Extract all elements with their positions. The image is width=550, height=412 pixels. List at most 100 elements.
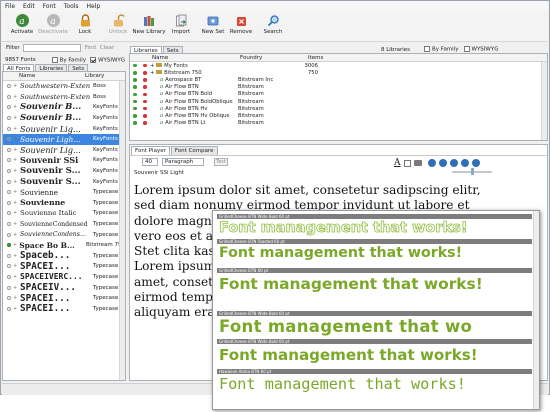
search-button[interactable]: Search xyxy=(258,14,288,35)
remove-button[interactable]: Remove xyxy=(226,14,256,35)
import-button[interactable]: Import xyxy=(166,14,196,35)
expand-icon[interactable]: + xyxy=(13,157,20,163)
last-icon[interactable] xyxy=(471,159,480,167)
activation-status-icon[interactable] xyxy=(7,105,11,110)
font-row[interactable]: + Souvenir Lig... KeyFonts xyxy=(3,123,125,134)
library-row[interactable]: a Air Flow BTN Bitstream xyxy=(130,84,547,91)
active-status-icon[interactable] xyxy=(133,92,137,97)
menu-tools[interactable]: Tools xyxy=(64,3,79,10)
expand-icon[interactable]: + xyxy=(13,168,20,174)
expand-icon[interactable]: + xyxy=(13,136,20,142)
expand-icon[interactable]: + xyxy=(13,253,20,259)
font-row[interactable]: + Souvenir S... KeyFonts xyxy=(3,166,125,177)
compare-scrollbar[interactable] xyxy=(533,211,539,409)
test-button[interactable]: Test xyxy=(214,158,228,166)
mode-select[interactable]: Paragraph xyxy=(162,158,204,166)
expand-icon[interactable]: + xyxy=(13,274,20,280)
library-row[interactable]: a Air Flow BTN Hv Oblique Bitstream xyxy=(130,112,547,119)
font-row[interactable]: + Souvienne Typecase xyxy=(3,198,125,209)
expand-icon[interactable]: + xyxy=(13,200,20,206)
col-items[interactable]: Items xyxy=(308,55,332,61)
new-library-button[interactable]: New Library xyxy=(133,14,166,35)
lock-button[interactable]: Lock xyxy=(70,14,100,35)
expand-icon[interactable]: + xyxy=(13,285,20,291)
inactive-status-icon[interactable] xyxy=(143,114,147,118)
activation-status-icon[interactable] xyxy=(7,116,11,121)
expand-icon[interactable]: + xyxy=(13,115,20,121)
clear-button[interactable]: Clear xyxy=(100,45,114,51)
new-set-button[interactable]: New Set xyxy=(198,14,228,35)
font-row[interactable]: + Southwestern-Exten... Boss xyxy=(3,81,125,92)
font-row[interactable]: + SouvienneCondensed Typecase xyxy=(3,219,125,230)
lib-by-family-checkbox[interactable]: By Family xyxy=(424,46,459,53)
expand-icon[interactable]: + xyxy=(13,210,20,216)
activate-button[interactable]: a Activate xyxy=(7,14,37,35)
font-row[interactable]: + SPACEI... Typecase xyxy=(3,293,125,304)
font-row[interactable]: + Souvienne Italic Typecase xyxy=(3,208,125,219)
wysiwyg-checkbox[interactable]: WYSIWYG xyxy=(90,57,125,64)
expand-icon[interactable]: + xyxy=(13,104,20,110)
font-row[interactable]: + Souvenir S... KeyFonts xyxy=(3,176,125,187)
activation-status-icon[interactable] xyxy=(7,253,11,258)
first-icon[interactable] xyxy=(427,159,436,167)
font-list-scrollbar[interactable] xyxy=(119,81,125,380)
library-row[interactable]: + Bitstream 750 750 xyxy=(130,69,547,76)
col-library[interactable]: Library xyxy=(85,73,104,79)
activation-status-icon[interactable] xyxy=(7,211,11,216)
library-row[interactable]: a Aerospace BT Bitstream Inc xyxy=(130,76,547,83)
background-color-icon[interactable] xyxy=(403,159,411,167)
expand-icon[interactable]: + xyxy=(13,232,20,238)
print-icon[interactable] xyxy=(413,160,422,166)
activation-status-icon[interactable] xyxy=(7,222,11,227)
inactive-status-icon[interactable] xyxy=(143,78,147,82)
previous-icon[interactable] xyxy=(438,159,447,167)
active-status-icon[interactable] xyxy=(133,121,137,125)
font-row[interactable]: + Souvenir B... KeyFonts xyxy=(3,113,125,124)
inactive-status-icon[interactable] xyxy=(143,99,147,104)
activation-status-icon[interactable] xyxy=(7,158,11,163)
inactive-status-icon[interactable] xyxy=(143,63,147,68)
expand-icon[interactable]: + xyxy=(13,295,20,301)
font-row[interactable]: + Souvenir Ligh... KeyFonts xyxy=(3,133,125,145)
active-status-icon[interactable] xyxy=(133,71,137,75)
libraries-scrollbar[interactable] xyxy=(541,62,547,140)
activation-status-icon[interactable] xyxy=(7,306,11,311)
unlock-button[interactable]: Unlock xyxy=(103,14,133,35)
activation-status-icon[interactable] xyxy=(7,147,11,152)
next-icon[interactable] xyxy=(460,159,469,167)
menu-file[interactable]: File xyxy=(5,3,15,10)
font-row[interactable]: + SPACEI... Typecase xyxy=(3,261,125,272)
inactive-status-icon[interactable] xyxy=(143,121,147,125)
font-row[interactable]: + Spaceb... Typecase xyxy=(3,250,125,261)
active-status-icon[interactable] xyxy=(133,114,137,118)
menu-edit[interactable]: Edit xyxy=(23,3,35,10)
activation-status-icon[interactable] xyxy=(7,137,11,142)
active-status-icon[interactable] xyxy=(133,85,137,89)
activation-status-icon[interactable] xyxy=(7,200,11,205)
activation-status-icon[interactable] xyxy=(7,190,11,195)
font-row[interactable]: + SPACEI... Typecase xyxy=(3,303,125,314)
expand-icon[interactable]: + xyxy=(13,179,20,185)
inactive-status-icon[interactable] xyxy=(143,106,147,111)
activation-status-icon[interactable] xyxy=(7,264,11,269)
font-row[interactable]: + SouvienneCondens... Typecase xyxy=(3,229,125,240)
active-status-icon[interactable] xyxy=(133,78,137,82)
font-row[interactable]: + SPACEIVERC... Typecase xyxy=(3,272,125,283)
filter-input[interactable] xyxy=(22,44,81,52)
activation-status-icon[interactable] xyxy=(7,94,11,99)
activation-status-icon[interactable] xyxy=(7,126,11,131)
active-status-icon[interactable] xyxy=(133,99,137,104)
activation-status-icon[interactable] xyxy=(7,285,11,290)
library-row[interactable]: + My Fonts 3006 xyxy=(130,62,547,69)
col-foundry[interactable]: Foundry xyxy=(240,55,296,61)
font-row[interactable]: + Space Bo B... Bitstream 750 xyxy=(3,240,125,251)
speed-slider-thumb[interactable] xyxy=(471,168,474,175)
inactive-status-icon[interactable] xyxy=(143,85,147,89)
library-row[interactable]: a Air Flow BTN Hv Bitstream xyxy=(130,105,547,112)
expand-icon[interactable]: + xyxy=(13,221,20,227)
activation-status-icon[interactable] xyxy=(7,84,11,89)
library-row[interactable]: a Air Flow BTN Lt Bitstream xyxy=(130,120,547,127)
expand-icon[interactable]: + xyxy=(13,306,20,312)
active-status-icon[interactable] xyxy=(133,106,137,111)
col-name[interactable]: Name xyxy=(19,73,85,79)
